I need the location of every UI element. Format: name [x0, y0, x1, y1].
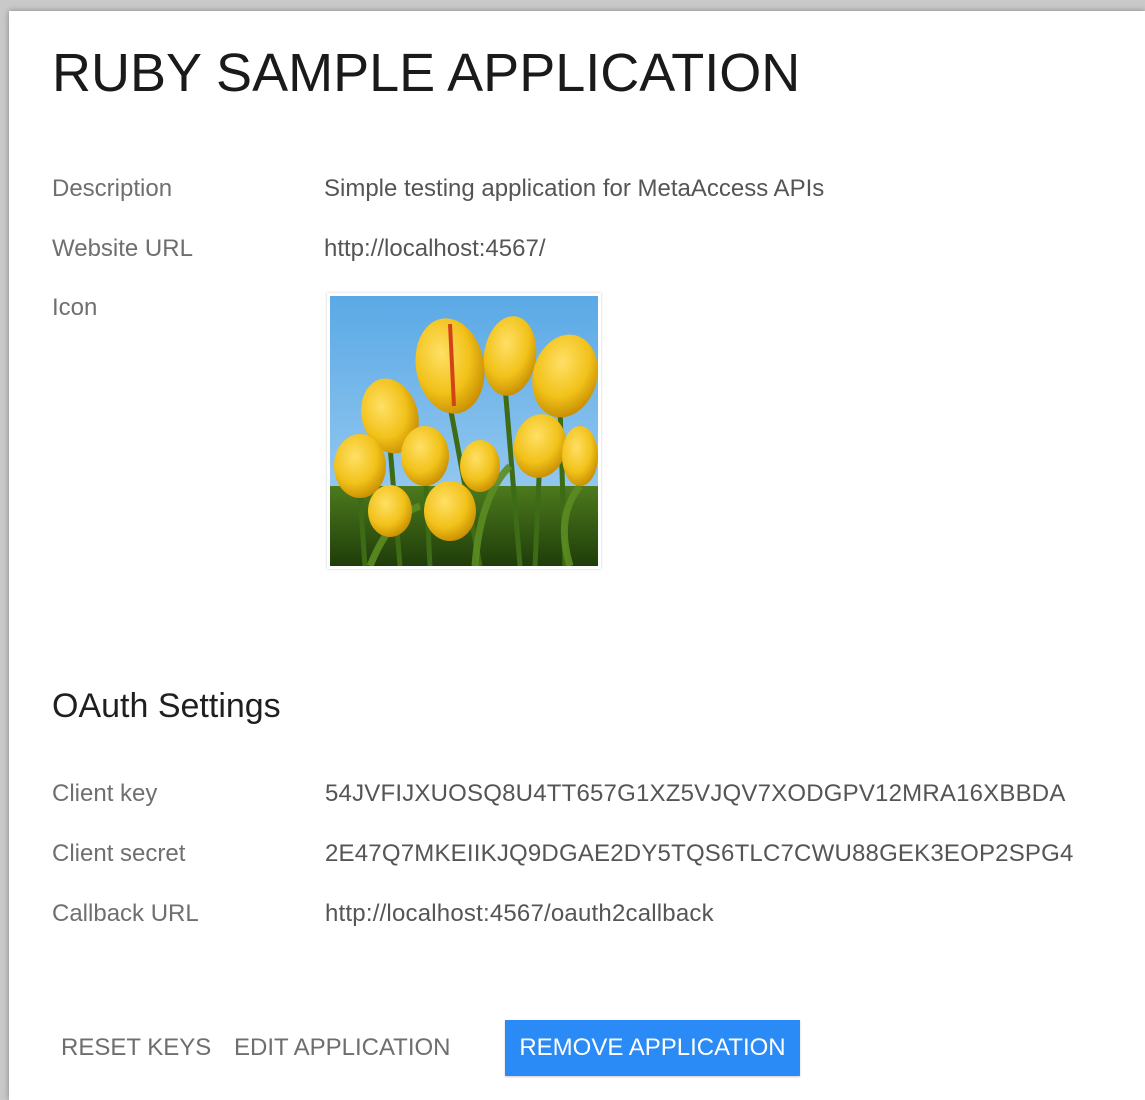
client-secret-label: Client secret	[52, 840, 186, 867]
description-label: Description	[52, 175, 173, 202]
oauth-settings-heading: OAuth Settings	[52, 687, 281, 725]
edit-application-button[interactable]: EDIT APPLICATION	[234, 1020, 451, 1076]
website-url-label: Website URL	[52, 235, 193, 262]
page-title: RUBY SAMPLE APPLICATION	[52, 43, 801, 103]
callback-url-value: http://localhost:4567/oauth2callback	[325, 900, 714, 927]
client-key-label: Client key	[52, 780, 158, 807]
client-secret-value: 2E47Q7MKEIIKJQ9DGAE2DY5TQS6TLC7CWU88GEK3…	[325, 840, 1074, 867]
description-value: Simple testing application for MetaAcces…	[324, 175, 825, 202]
remove-application-button[interactable]: REMOVE APPLICATION	[505, 1020, 800, 1076]
tulip-photo-icon	[330, 296, 598, 566]
callback-url-label: Callback URL	[52, 900, 199, 927]
website-url-value: http://localhost:4567/	[324, 235, 546, 262]
client-key-value: 54JVFIJXUOSQ8U4TT657G1XZ5VJQV7XODGPV12MR…	[325, 780, 1066, 807]
reset-keys-button[interactable]: RESET KEYS	[61, 1020, 211, 1076]
app-icon-image	[327, 293, 601, 569]
application-detail-panel: RUBY SAMPLE APPLICATION Description Simp…	[9, 11, 1145, 1100]
icon-label: Icon	[52, 294, 98, 321]
